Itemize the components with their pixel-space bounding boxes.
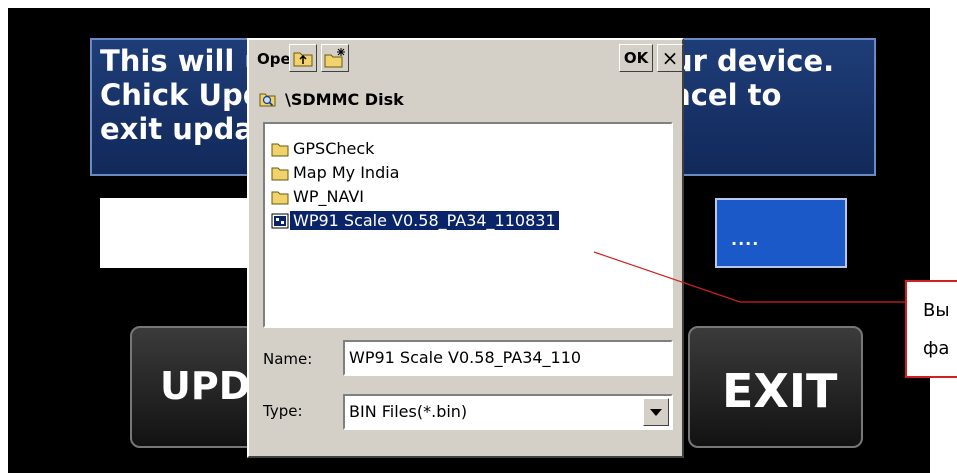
up-folder-button[interactable]	[289, 44, 317, 72]
bin-file-icon	[271, 213, 289, 229]
file-name: WP_NAVI	[293, 187, 365, 206]
open-file-dialog: Open OK × \SDMMC Disk GPSCheck Map My In…	[247, 38, 684, 458]
file-list[interactable]: GPSCheck Map My India WP_NAVI WP91 Scale…	[263, 122, 673, 328]
ok-button[interactable]: OK	[619, 44, 653, 72]
folder-icon	[271, 143, 289, 157]
file-name: Map My India	[293, 163, 400, 182]
type-label: Type:	[263, 402, 303, 420]
chevron-down-icon	[650, 409, 662, 416]
new-folder-icon	[324, 48, 345, 68]
dropdown-button[interactable]	[643, 398, 669, 426]
folder-icon	[271, 191, 289, 205]
type-value: BIN Files(*.bin)	[349, 402, 468, 421]
type-select[interactable]: BIN Files(*.bin)	[343, 394, 673, 430]
exit-button[interactable]: EXIT	[688, 326, 863, 448]
progress-dots: ....	[731, 230, 760, 249]
exit-button-label: EXIT	[722, 364, 838, 418]
annotation-text: Вы фа	[923, 300, 950, 359]
name-label: Name:	[263, 350, 313, 368]
folder-up-icon	[293, 52, 313, 67]
path-text: \SDMMC Disk	[285, 90, 404, 109]
status-box	[100, 198, 255, 268]
new-folder-button[interactable]	[321, 44, 349, 72]
folder-icon	[271, 167, 289, 181]
file-name: GPSCheck	[293, 139, 375, 158]
annotation-callout: Вы фа	[905, 280, 957, 378]
close-button[interactable]: ×	[657, 44, 683, 72]
folder-search-icon	[259, 93, 276, 107]
name-field[interactable]: WP91 Scale V0.58_PA34_110	[343, 340, 673, 376]
file-name: WP91 Scale V0.58_PA34_110831	[290, 211, 559, 230]
progress-box: ....	[715, 198, 847, 268]
